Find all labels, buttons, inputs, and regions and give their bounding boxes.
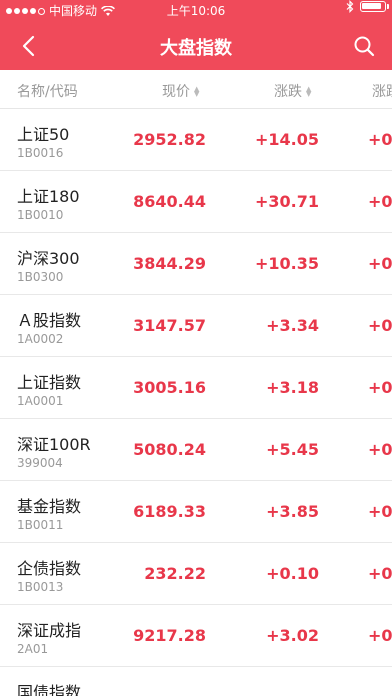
index-price: 5080.24	[133, 440, 206, 459]
index-price: 8640.44	[133, 192, 206, 211]
index-code: 1B0011	[17, 518, 64, 532]
list-item[interactable]: 企债指数 1B0013 232.22 +0.10 +0.	[0, 543, 392, 605]
index-change-pct: +0.	[368, 316, 392, 335]
index-name: 上证指数	[17, 373, 82, 392]
index-change: +3.34	[266, 316, 319, 335]
list-item[interactable]: Ａ股指数 1A0002 3147.57 +3.34 +0.	[0, 295, 392, 357]
list-item[interactable]: 上证50 1B0016 2952.82 +14.05 +0.	[0, 109, 392, 171]
index-code: 1A0002	[17, 332, 64, 346]
index-code: 1B0300	[17, 270, 64, 284]
list-item[interactable]: 深证100R 399004 5080.24 +5.45 +0.	[0, 419, 392, 481]
index-code: 2A01	[17, 642, 49, 656]
column-change-pct-label: 涨跌	[372, 84, 392, 100]
list-item[interactable]: 上证180 1B0010 8640.44 +30.71 +0.	[0, 171, 392, 233]
index-price: 9217.28	[133, 626, 206, 645]
column-name-code: 名称/代码	[17, 84, 78, 100]
list-item[interactable]: 沪深300 1B0300 3844.29 +10.35 +0.	[0, 233, 392, 295]
index-name: 深证100R	[17, 435, 91, 454]
index-name: 国债指数	[17, 683, 82, 696]
bluetooth-icon	[346, 0, 354, 13]
index-code: 1B0010	[17, 208, 64, 222]
index-change: +5.45	[266, 440, 319, 459]
status-right	[346, 0, 389, 13]
index-change: +10.35	[254, 254, 319, 273]
index-change: +30.71	[254, 192, 319, 211]
index-code: 399004	[17, 456, 63, 470]
index-name: Ａ股指数	[17, 311, 82, 330]
index-price: 2952.82	[133, 130, 206, 149]
index-change: +0.10	[266, 564, 319, 583]
sort-arrows-icon: ▲ ▼	[194, 85, 200, 98]
status-time: 上午10:06	[166, 4, 226, 18]
index-price: 3147.57	[133, 316, 206, 335]
index-name: 深证成指	[17, 621, 82, 640]
index-change: +3.18	[266, 378, 319, 397]
column-change[interactable]: 涨跌 ▲ ▼	[274, 81, 311, 101]
index-name: 上证180	[17, 187, 80, 206]
list-item[interactable]: 上证指数 1A0001 3005.16 +3.18 +0.	[0, 357, 392, 419]
index-name: 基金指数	[17, 497, 82, 516]
index-price: 6189.33	[133, 502, 206, 521]
index-code: 1A0001	[17, 394, 64, 408]
column-change-label: 涨跌	[274, 84, 302, 100]
index-name: 上证50	[17, 125, 70, 144]
search-button[interactable]	[348, 30, 380, 62]
index-price: 232.22	[144, 564, 206, 583]
index-change: +3.02	[266, 626, 319, 645]
header: 中国移动 上午10:06 大盘指数	[0, 0, 392, 70]
index-change: +14.05	[254, 130, 319, 149]
index-name: 沪深300	[17, 249, 80, 268]
column-price-label: 现价	[162, 84, 190, 100]
status-bar: 中国移动 上午10:06	[0, 0, 392, 22]
battery-fill	[362, 3, 381, 9]
list-item[interactable]: 深证成指 2A01 9217.28 +3.02 +0.	[0, 605, 392, 667]
index-change-pct: +0.	[368, 626, 392, 645]
index-change: +3.85	[266, 502, 319, 521]
index-change-pct: +0.	[368, 192, 392, 211]
index-price: 3844.29	[133, 254, 206, 273]
index-code: 1B0016	[17, 146, 64, 160]
battery-icon	[360, 1, 389, 12]
app-screen: 中国移动 上午10:06 大盘指数 名称/代码 现价 ▲ ▼ 涨跌 ▲ ▼ 涨 …	[0, 0, 392, 696]
index-code: 1B0013	[17, 580, 64, 594]
index-change-pct: +0.	[368, 378, 392, 397]
index-change-pct: +0.	[368, 440, 392, 459]
column-change-pct[interactable]: 涨跌	[372, 81, 392, 101]
index-change-pct: +0.	[368, 130, 392, 149]
column-price[interactable]: 现价 ▲ ▼	[162, 81, 199, 101]
list-item[interactable]: 国债指数	[0, 667, 392, 696]
column-header: 名称/代码 现价 ▲▼ 涨跌 ▲▼ 涨跌	[0, 70, 392, 109]
index-price: 3005.16	[133, 378, 206, 397]
index-change-pct: +0.	[368, 564, 392, 583]
nav-bar: 大盘指数	[0, 22, 392, 70]
index-list: 上证50 1B0016 2952.82 +14.05 +0. 上证180 1B0…	[0, 109, 392, 696]
list-item[interactable]: 基金指数 1B0011 6189.33 +3.85 +0.	[0, 481, 392, 543]
index-change-pct: +0.	[368, 502, 392, 521]
page-title: 大盘指数	[160, 38, 232, 59]
search-icon	[354, 36, 375, 57]
index-change-pct: +0.	[368, 254, 392, 273]
index-name: 企债指数	[17, 559, 82, 578]
sort-arrows-icon: ▲ ▼	[306, 85, 312, 98]
